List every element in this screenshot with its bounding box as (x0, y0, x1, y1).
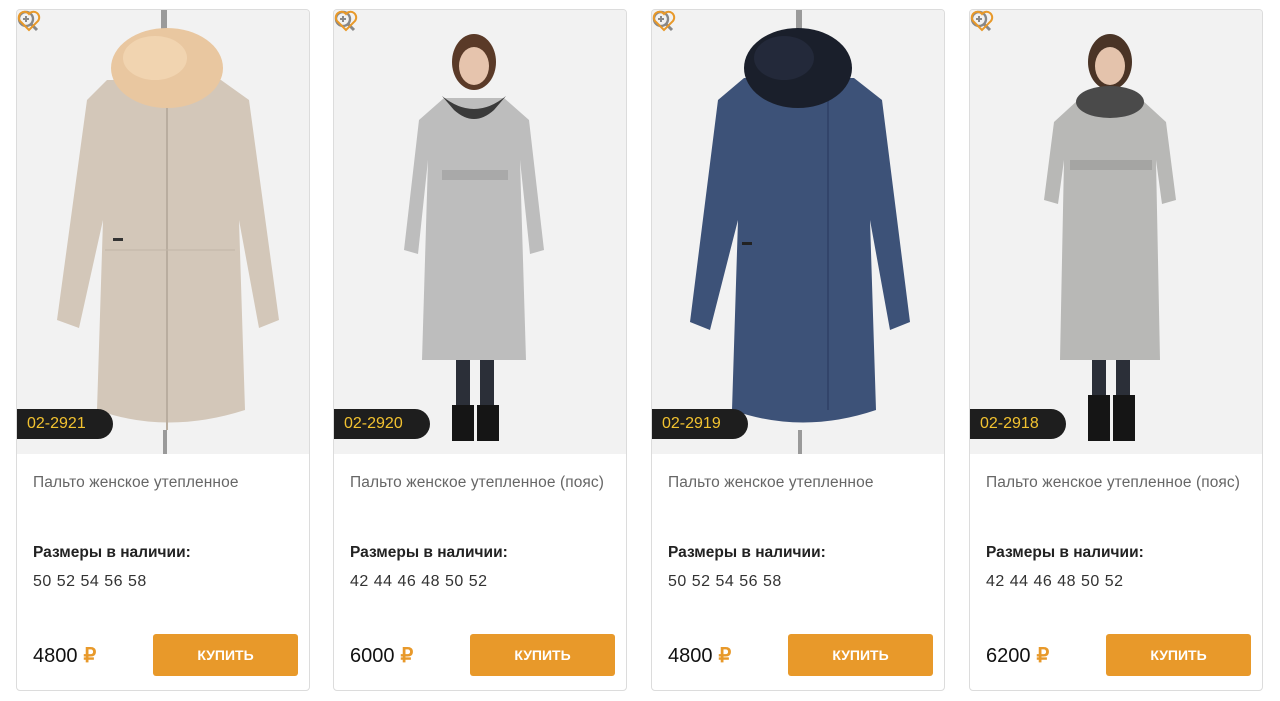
product-image[interactable]: 02-2918 (970, 10, 1262, 454)
buy-button[interactable]: КУПИТЬ (470, 634, 615, 676)
sizes-list: 42 44 46 48 50 52 (986, 573, 1124, 590)
price-value: 4800 (33, 645, 78, 667)
heart-icon[interactable] (652, 10, 676, 32)
heart-icon[interactable] (334, 10, 358, 32)
heart-icon[interactable] (17, 10, 41, 32)
product-title[interactable]: Пальто женское утепленное (пояс) (350, 473, 612, 493)
sizes-list: 50 52 54 56 58 (668, 573, 782, 590)
price: 6000 ₽ (350, 643, 413, 668)
sku-badge: 02-2920 (334, 409, 430, 439)
buy-button[interactable]: КУПИТЬ (153, 634, 298, 676)
product-card[interactable]: 02-2918 Пальто женское утепленное (пояс)… (969, 9, 1263, 691)
sizes-label: Размеры в наличии: (33, 544, 191, 561)
sizes-label: Размеры в наличии: (668, 544, 826, 561)
product-card[interactable]: 02-2920 Пальто женское утепленное (пояс)… (333, 9, 627, 691)
product-image[interactable]: 02-2919 (652, 10, 944, 454)
buy-button[interactable]: КУПИТЬ (1106, 634, 1251, 676)
product-title[interactable]: Пальто женское утепленное (668, 473, 930, 493)
sizes-list: 42 44 46 48 50 52 (350, 573, 488, 590)
buy-button[interactable]: КУПИТЬ (788, 634, 933, 676)
sku-badge: 02-2919 (652, 409, 748, 439)
product-card[interactable]: 02-2919 Пальто женское утепленное Размер… (651, 9, 945, 691)
product-title[interactable]: Пальто женское утепленное (33, 473, 295, 493)
sku-badge: 02-2921 (17, 409, 113, 439)
ruble-icon: ₽ (83, 645, 97, 667)
price-value: 6000 (350, 645, 395, 667)
ruble-icon: ₽ (400, 645, 414, 667)
sizes-list: 50 52 54 56 58 (33, 573, 147, 590)
ruble-icon: ₽ (718, 645, 732, 667)
price: 4800 ₽ (668, 643, 731, 668)
price-value: 6200 (986, 645, 1031, 667)
product-image[interactable]: 02-2921 (17, 10, 309, 454)
sizes-label: Размеры в наличии: (350, 544, 508, 561)
sku-badge: 02-2918 (970, 409, 1066, 439)
price: 6200 ₽ (986, 643, 1049, 668)
price-value: 4800 (668, 645, 713, 667)
heart-icon[interactable] (970, 10, 994, 32)
price: 4800 ₽ (33, 643, 96, 668)
ruble-icon: ₽ (1036, 645, 1050, 667)
product-title[interactable]: Пальто женское утепленное (пояс) (986, 473, 1248, 493)
sizes-label: Размеры в наличии: (986, 544, 1144, 561)
product-card[interactable]: 02-2921 Пальто женское утепленное Размер… (16, 9, 310, 691)
product-image[interactable]: 02-2920 (334, 10, 626, 454)
